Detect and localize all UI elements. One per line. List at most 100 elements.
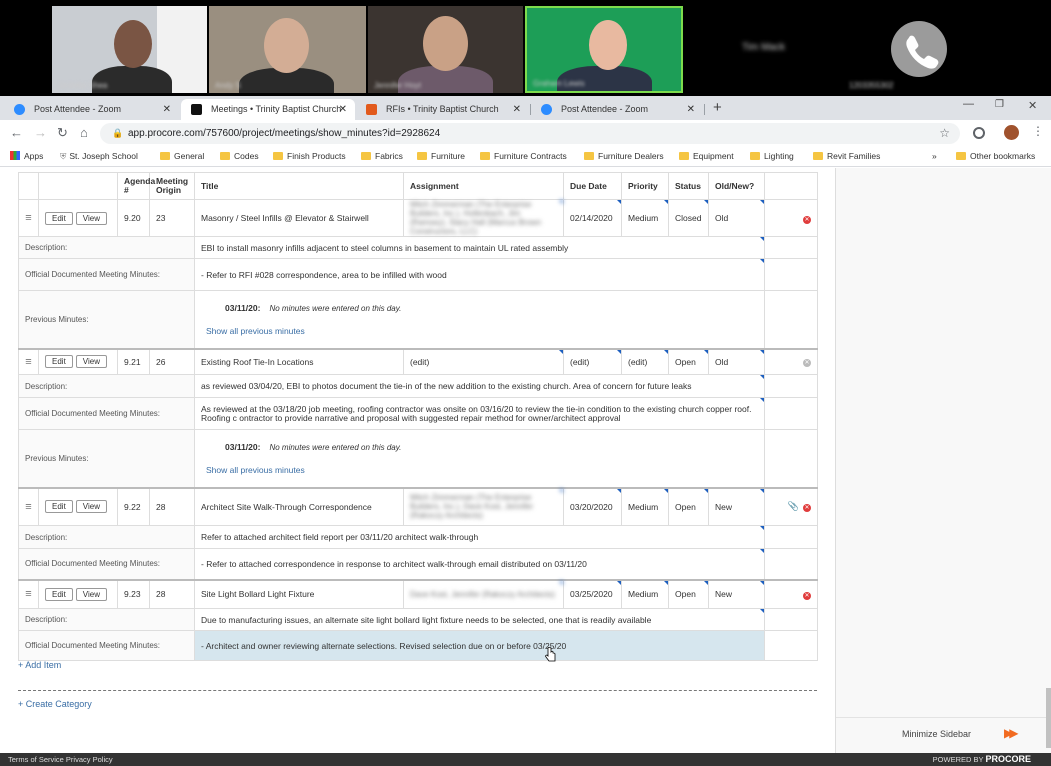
video-tile-5[interactable]: Tim Mack: [686, 6, 841, 93]
priority[interactable]: (edit): [621, 348, 669, 375]
description-text[interactable]: as reviewed 03/04/20, EBI to photos docu…: [194, 374, 765, 398]
item-title[interactable]: Existing Roof Tie-In Locations: [194, 348, 404, 375]
bookmark-furniture[interactable]: Furniture: [417, 151, 465, 161]
bookmark-equipment[interactable]: Equipment: [679, 151, 734, 161]
drag-handle-icon[interactable]: ≡: [18, 579, 39, 609]
delete-icon[interactable]: ✕: [803, 591, 811, 600]
official-minutes-text[interactable]: - Architect and owner reviewing alternat…: [194, 630, 765, 661]
bookmark-furniture-dealers[interactable]: Furniture Dealers: [584, 151, 664, 161]
video-tile-6[interactable]: 1203355302: [843, 6, 998, 93]
bookmark-codes[interactable]: Codes: [220, 151, 259, 161]
drag-handle-icon[interactable]: ≡: [18, 348, 39, 375]
bookmark-apps[interactable]: Apps: [10, 151, 43, 161]
minimize-window-button[interactable]: —: [963, 98, 974, 110]
col-old-new[interactable]: Old/New?: [708, 172, 765, 200]
description-text[interactable]: Due to manufacturing issues, an alternat…: [194, 608, 765, 631]
edit-button[interactable]: Edit: [45, 587, 73, 601]
description-text[interactable]: EBI to install masonry infills adjacent …: [194, 236, 765, 259]
view-button[interactable]: View: [75, 211, 107, 225]
official-minutes-text[interactable]: - Refer to attached correspondence in re…: [194, 548, 765, 581]
close-icon[interactable]: ✕: [163, 99, 171, 120]
double-chevron-right-icon[interactable]: ▶▶: [1004, 726, 1019, 740]
minimize-sidebar-button[interactable]: Minimize Sidebar: [902, 729, 971, 739]
tab-meetings[interactable]: Meetings • Trinity Baptist Church ✕: [181, 99, 355, 120]
forward-icon[interactable]: →: [34, 125, 47, 140]
video-tile-2[interactable]: Andy S: [209, 6, 366, 93]
profile-avatar[interactable]: [1004, 125, 1019, 140]
close-window-button[interactable]: ✕: [1028, 99, 1037, 112]
video-tile-3[interactable]: Jennifer Hoyt: [368, 6, 523, 93]
assignment[interactable]: Dave Kost, Jennifer (Rakoczy Architects): [403, 579, 564, 609]
show-all-previous-link[interactable]: Show all previous minutes: [201, 326, 758, 336]
view-button[interactable]: View: [75, 355, 107, 369]
video-tile-1[interactable]: Jennifer Shea: [52, 6, 207, 93]
due-date[interactable]: (edit): [563, 348, 622, 375]
col-status[interactable]: Status: [668, 172, 709, 200]
close-icon[interactable]: ✕: [687, 99, 695, 120]
bookmark-st-joseph[interactable]: ⛨ St. Joseph School: [60, 151, 138, 162]
bookmark-finish-products[interactable]: Finish Products: [273, 151, 346, 161]
col-due-date[interactable]: Due Date: [563, 172, 622, 200]
paperclip-icon[interactable]: 📎: [788, 501, 799, 511]
extension-icon[interactable]: [973, 127, 985, 139]
drag-handle-icon[interactable]: ≡: [18, 487, 39, 526]
bookmark-lighting[interactable]: Lighting: [750, 151, 794, 161]
assignment[interactable]: Mitch Zimmerman (The Enterprise Builders…: [403, 199, 564, 237]
bookmarks-overflow[interactable]: »: [932, 151, 937, 161]
col-assignment[interactable]: Assignment: [403, 172, 564, 200]
scrollbar[interactable]: [1046, 688, 1051, 748]
bookmark-revit-families[interactable]: Revit Families: [813, 151, 880, 161]
assignment[interactable]: Mitch Zimmerman (The Enterprise Builders…: [403, 487, 564, 526]
old-new[interactable]: Old: [708, 199, 765, 237]
edit-button[interactable]: Edit: [45, 500, 73, 514]
priority[interactable]: Medium: [621, 199, 669, 237]
delete-icon[interactable]: ✕: [803, 504, 811, 513]
tab-zoom-2[interactable]: Post Attendee - Zoom ✕: [531, 99, 703, 120]
footer-links[interactable]: Terms of Service Privacy Policy: [8, 753, 113, 766]
item-title[interactable]: Site Light Bollard Light Fixture: [194, 579, 404, 609]
col-origin[interactable]: Meeting Origin: [149, 172, 195, 200]
old-new[interactable]: New: [708, 487, 765, 526]
col-priority[interactable]: Priority: [621, 172, 669, 200]
assignment[interactable]: (edit): [403, 348, 564, 375]
status[interactable]: Open: [668, 348, 709, 375]
old-new[interactable]: New: [708, 579, 765, 609]
old-new[interactable]: Old: [708, 348, 765, 375]
bookmark-furniture-contracts[interactable]: Furniture Contracts: [480, 151, 567, 161]
edit-button[interactable]: Edit: [45, 355, 73, 369]
view-button[interactable]: View: [75, 500, 107, 514]
menu-icon[interactable]: ⋮: [1032, 124, 1044, 138]
priority[interactable]: Medium: [621, 579, 669, 609]
col-agenda[interactable]: Agenda #: [117, 172, 155, 200]
close-icon[interactable]: ✕: [513, 99, 521, 120]
col-title[interactable]: Title: [194, 172, 404, 200]
back-icon[interactable]: ←: [10, 125, 23, 140]
official-minutes-text[interactable]: - Refer to RFI #028 correspondence, area…: [194, 258, 765, 291]
due-date[interactable]: 03/25/2020: [563, 579, 622, 609]
bookmark-fabrics[interactable]: Fabrics: [361, 151, 403, 161]
status[interactable]: Open: [668, 579, 709, 609]
view-button[interactable]: View: [75, 587, 107, 601]
new-tab-button[interactable]: +: [713, 99, 722, 116]
add-item-link[interactable]: + Add Item: [18, 660, 61, 670]
delete-icon[interactable]: ✕: [803, 215, 811, 224]
tab-zoom-1[interactable]: Post Attendee - Zoom ✕: [4, 99, 179, 120]
url-input[interactable]: 🔒 app.procore.com/757600/project/meeting…: [100, 123, 960, 144]
status[interactable]: Open: [668, 487, 709, 526]
create-category-link[interactable]: + Create Category: [18, 699, 92, 709]
due-date[interactable]: 03/20/2020: [563, 487, 622, 526]
due-date[interactable]: 02/14/2020: [563, 199, 622, 237]
bookmark-other[interactable]: Other bookmarks: [956, 151, 1035, 161]
drag-handle-icon[interactable]: ≡: [18, 199, 39, 237]
tab-rfis[interactable]: RFIs • Trinity Baptist Church ✕: [356, 99, 529, 120]
description-text[interactable]: Refer to attached architect field report…: [194, 525, 765, 549]
delete-icon[interactable]: ✕: [803, 359, 811, 368]
reload-icon[interactable]: ↻: [57, 125, 68, 141]
status[interactable]: Closed: [668, 199, 709, 237]
bookmark-general[interactable]: General: [160, 151, 204, 161]
home-icon[interactable]: ⌂: [80, 125, 88, 140]
show-all-previous-link[interactable]: Show all previous minutes: [201, 465, 758, 475]
edit-button[interactable]: Edit: [45, 211, 73, 225]
item-title[interactable]: Masonry / Steel Infills @ Elevator & Sta…: [194, 199, 404, 237]
bookmark-star-icon[interactable]: ☆: [939, 123, 950, 144]
